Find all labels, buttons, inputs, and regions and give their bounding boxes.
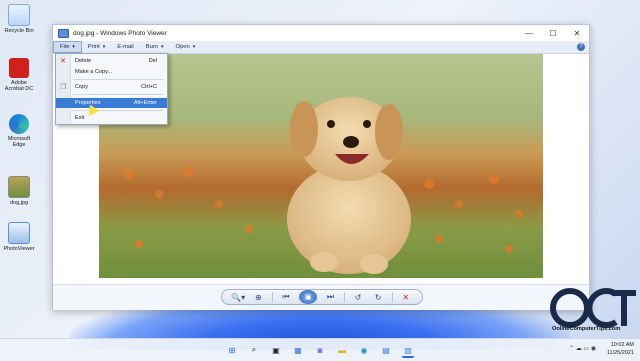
divider: [343, 292, 345, 302]
menu-print[interactable]: Print ▾: [82, 41, 111, 53]
next-button[interactable]: ⏭: [323, 291, 337, 303]
copy-icon: ❐: [59, 84, 67, 91]
previous-button[interactable]: ⏮: [279, 291, 293, 303]
desktop-icon-label: Microsoft Edge: [7, 136, 31, 149]
dog-nose: [343, 136, 359, 148]
image-file-icon: [8, 176, 30, 198]
desktop-icon-label: PhotoViewer: [3, 246, 35, 252]
edge-icon: [9, 114, 29, 134]
actual-size-button[interactable]: ⊕: [251, 291, 265, 303]
chevron-down-icon: ▾: [192, 44, 196, 50]
rotate-ccw-button[interactable]: ↺: [351, 291, 365, 303]
desktop-icon-recycle-bin[interactable]: Recycle Bin: [2, 4, 36, 34]
clock-date: 11/25/2021: [606, 350, 634, 356]
menu-email-label: E-mail: [117, 44, 134, 50]
zoom-button[interactable]: 🔍▾: [231, 291, 245, 303]
menu-item-label: Make a Copy...: [75, 69, 113, 75]
divider: [391, 292, 393, 302]
desktop-icon-label: dog.jpg: [9, 200, 29, 206]
menu-separator: [73, 79, 163, 80]
menu-open[interactable]: Open ▾: [170, 41, 202, 53]
title-bar[interactable]: dog.jpg - Windows Photo Viewer — ☐ ✕: [53, 25, 589, 41]
start-icon[interactable]: ⊞: [226, 344, 238, 356]
clock[interactable]: 10:02 AM 11/25/2021: [607, 341, 634, 357]
navigation-bar: 🔍▾ ⊕ ⏮ ▣ ⏭ ↺ ↻ ✕: [53, 284, 589, 310]
menu-item-copy[interactable]: ❐ Copy Ctrl+C: [56, 82, 167, 92]
photo-viewer-icon: [8, 222, 30, 244]
control-strip: 🔍▾ ⊕ ⏮ ▣ ⏭ ↺ ↻ ✕: [221, 289, 423, 305]
menu-email[interactable]: E-mail: [111, 41, 139, 53]
chat-icon[interactable]: ◙: [314, 344, 326, 356]
menu-item-shortcut: Del: [148, 58, 157, 64]
chevron-down-icon: ▾: [102, 44, 106, 50]
taskbar: ⊞ ⌕ ▣ ▦ ◙ ▬ ◉ ▤ ▧ ⌃ ☁ ▭ ◉ 10:02 AM 11/25…: [0, 338, 640, 361]
divider: [271, 292, 273, 302]
delete-x-icon: ✕: [60, 58, 66, 65]
menu-separator: [73, 94, 163, 95]
file-menu-dropdown: ✕ Delete Del Make a Copy... ❐ Copy Ctrl+…: [55, 53, 168, 125]
file-explorer-icon[interactable]: ▬: [336, 344, 348, 356]
dog-paw-right: [360, 254, 388, 274]
edge-taskbar-icon[interactable]: ◉: [358, 344, 370, 356]
menu-file-label: File: [60, 44, 70, 50]
menu-item-label: Exit: [75, 115, 85, 121]
menu-print-label: Print: [87, 44, 100, 50]
slideshow-button[interactable]: ▣: [299, 290, 318, 304]
menu-burn-label: Burn: [145, 44, 158, 50]
menu-item-delete[interactable]: ✕ Delete Del: [56, 56, 167, 66]
menu-burn[interactable]: Burn ▾: [140, 41, 170, 53]
window-title: dog.jpg - Windows Photo Viewer: [73, 29, 167, 37]
menu-item-label: Delete: [75, 58, 92, 64]
menu-item-properties[interactable]: Properties Alt+Enter: [56, 98, 167, 108]
task-view-icon[interactable]: ▣: [270, 344, 282, 356]
widgets-icon[interactable]: ▦: [292, 344, 304, 356]
close-button[interactable]: ✕: [565, 25, 589, 41]
chevron-down-icon: ▾: [72, 44, 75, 50]
help-icon[interactable]: ?: [577, 43, 585, 51]
menu-item-shortcut: Alt+Enter: [133, 100, 157, 106]
desktop-icon-dog-jpg[interactable]: dog.jpg: [2, 176, 36, 206]
menu-item-shortcut: Ctrl+C: [140, 84, 157, 90]
dog-ear-left: [290, 101, 318, 157]
store-icon[interactable]: ▤: [380, 344, 392, 356]
photo-viewer-taskbar-icon[interactable]: ▧: [402, 344, 414, 358]
rotate-cw-button[interactable]: ↻: [371, 291, 385, 303]
minimize-button[interactable]: —: [517, 25, 541, 41]
watermark-text: OnlineComputerTips.com: [552, 326, 621, 332]
app-icon: [58, 28, 69, 38]
maximize-button[interactable]: ☐: [541, 25, 565, 41]
dog-paw-left: [310, 252, 338, 272]
menu-item-label: Copy: [75, 84, 89, 90]
dog-ear-right: [375, 104, 403, 160]
menu-open-label: Open: [175, 44, 190, 50]
desktop-icon-edge[interactable]: Microsoft Edge: [2, 114, 36, 148]
desktop-icon-acrobat[interactable]: Adobe Acrobat DC: [2, 58, 36, 92]
dog-eye-right: [363, 120, 371, 128]
acrobat-icon: [9, 58, 29, 78]
dog-eye-left: [327, 120, 335, 128]
delete-button[interactable]: ✕: [399, 291, 413, 303]
menu-file[interactable]: File ▾: [53, 41, 82, 53]
search-icon[interactable]: ⌕: [248, 344, 260, 356]
menu-item-exit[interactable]: Exit: [56, 113, 167, 123]
desktop-icon-label: Adobe Acrobat DC: [4, 80, 34, 93]
chevron-down-icon: ▾: [160, 44, 164, 50]
system-tray-icons[interactable]: ⌃ ☁ ▭ ◉: [569, 345, 596, 352]
desktop-icon-label: Recycle Bin: [4, 28, 34, 34]
menu-item-make-a-copy[interactable]: Make a Copy...: [56, 67, 167, 77]
recycle-bin-icon: [8, 4, 30, 26]
desktop-icon-photoviewer[interactable]: PhotoViewer: [2, 222, 36, 252]
clock-time: 10:02 AM: [610, 342, 634, 348]
